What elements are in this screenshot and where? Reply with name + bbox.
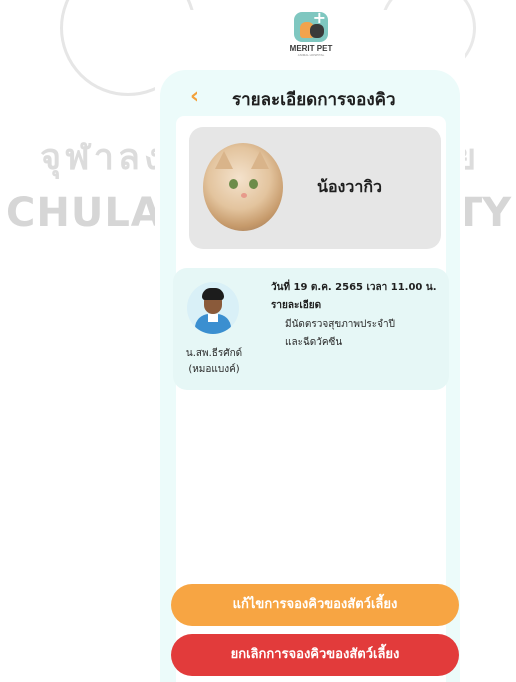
cat-ear-left — [215, 151, 233, 169]
logo-dog-shape — [310, 24, 324, 38]
pet-logo-icon — [294, 8, 328, 42]
cat-eye-left — [229, 179, 238, 189]
vet-avatar — [187, 282, 239, 334]
cat-eye-right — [249, 179, 258, 189]
back-chevron-icon[interactable]: ‹ — [190, 84, 199, 109]
phone-screen: MERIT PET ANIMAL HOSPITAL ‹ รายละเอียดกา… — [155, 8, 465, 682]
cancel-booking-button[interactable]: ยกเลิกการจองคิวของสัตว์เลี้ยง — [171, 634, 459, 676]
page-title: รายละเอียดการจองคิว — [232, 90, 396, 110]
cat-ear-right — [251, 151, 269, 169]
app-logo: MERIT PET ANIMAL HOSPITAL — [281, 8, 341, 72]
cat-nose — [241, 193, 247, 198]
vet-name: น.สพ.ธีรศักด์ (หมอแบงค์) — [177, 346, 251, 378]
vet-name-line1: น.สพ.ธีรศักด์ — [185, 348, 243, 359]
edit-booking-button[interactable]: แก้ไขการจองคิวของสัตว์เลี้ยง — [171, 584, 459, 626]
logo-name: MERIT PET — [289, 44, 333, 53]
appointment-datetime: วันที่ 19 ต.ค. 2565 เวลา 11.00 น. — [271, 282, 437, 293]
vet-hair-shape — [202, 288, 224, 300]
vet-collar-shape — [208, 314, 218, 322]
pet-photo — [203, 143, 283, 231]
appointment-detail-line2: และฉีดวัคซีน — [285, 337, 343, 348]
pet-card: น้องวากิว — [189, 127, 441, 249]
logo-subtitle: ANIMAL HOSPITAL — [297, 53, 325, 57]
vet-name-line2: (หมอแบงค์) — [188, 364, 240, 375]
appointment-detail-label: รายละเอียด — [271, 300, 322, 311]
appointment-detail: มีนัดตรวจสุขภาพประจำปี และฉีดวัคซีน — [285, 316, 435, 352]
appointment-card: น.สพ.ธีรศักด์ (หมอแบงค์) วันที่ 19 ต.ค. … — [173, 268, 449, 390]
appointment-detail-line1: มีนัดตรวจสุขภาพประจำปี — [285, 319, 395, 330]
pet-name: น้องวากิว — [317, 177, 382, 196]
